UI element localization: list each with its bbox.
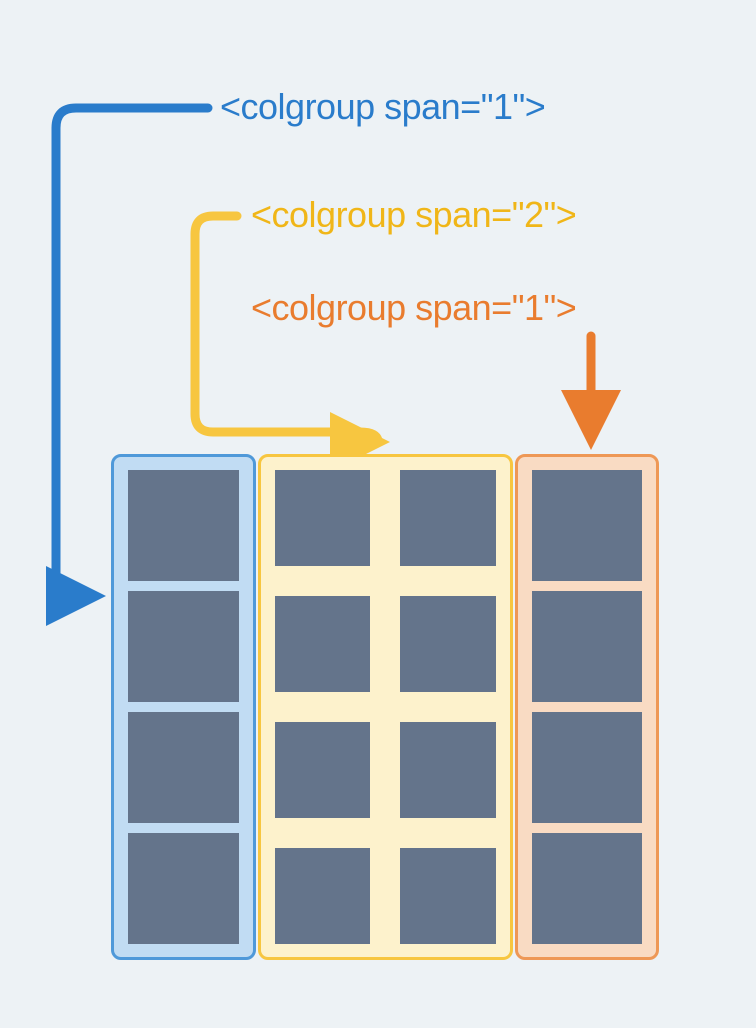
table-cell [275,722,371,818]
colgroup-blue [111,454,256,960]
arrow-yellow [195,216,378,442]
colgroup-label-orange: <colgroup span="1"> [251,287,576,329]
colgroup-yellow [258,454,513,960]
table-cell [275,848,371,944]
colgroup-orange [515,454,660,960]
table-cell [275,470,371,566]
table-column [275,470,371,944]
table-cell [400,722,496,818]
table-cell [275,596,371,692]
table-cell [532,591,643,702]
table-column [400,470,496,944]
table-cell [128,833,239,944]
colgroup-label-yellow: <colgroup span="2"> [251,194,576,236]
table-column [532,470,643,944]
table-cell [128,470,239,581]
table-cell [128,712,239,823]
table-cell [400,596,496,692]
table-cell [532,712,643,823]
colgroup-label-blue: <colgroup span="1"> [220,86,545,128]
table-cell [532,833,643,944]
table-column [128,470,239,944]
table-cell [400,848,496,944]
table-visualization [111,454,659,960]
table-cell [532,470,643,581]
table-cell [400,470,496,566]
table-cell [128,591,239,702]
